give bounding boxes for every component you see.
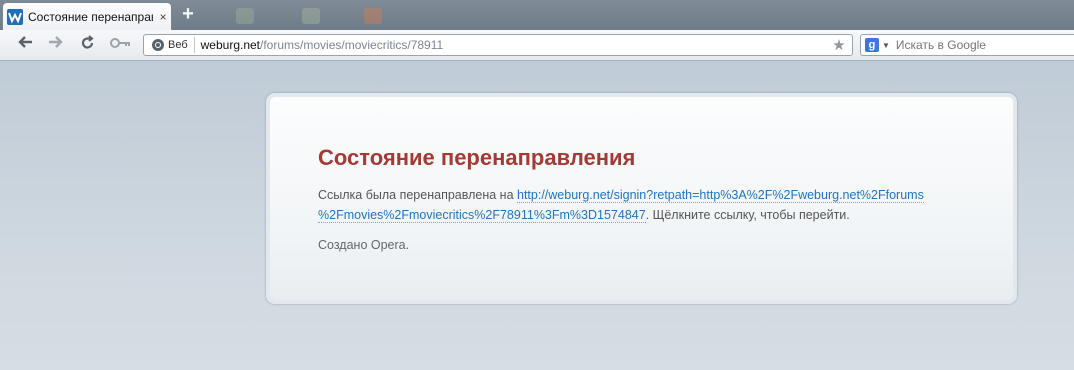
address-bar[interactable]: Веб weburg.net/forums/movies/moviecritic… xyxy=(143,34,853,56)
forward-arrow-icon[interactable] xyxy=(45,35,67,55)
tab-close-icon[interactable]: × xyxy=(155,10,171,24)
site-info-badge[interactable]: Веб xyxy=(148,37,195,53)
url-path: /forums/movies/moviecritics/78911 xyxy=(260,38,444,52)
tab-title: Состояние перенаправ... xyxy=(28,9,153,24)
navigation-toolbar: Веб weburg.net/forums/movies/moviecritic… xyxy=(0,30,1074,61)
key-icon[interactable] xyxy=(108,35,134,55)
page-content: Состояние перенаправления Ссылка была пе… xyxy=(0,61,1074,370)
redirect-link-part2: %2Fmovies%2Fmoviecritics%2F78911%3Fm%3D1… xyxy=(318,208,646,222)
star-icon[interactable]: ★ xyxy=(830,36,848,54)
web-badge-label: Веб xyxy=(168,39,188,51)
chevron-down-icon[interactable]: ▼ xyxy=(882,41,890,50)
google-icon[interactable]: g xyxy=(865,38,879,52)
search-input[interactable] xyxy=(895,38,1066,52)
back-arrow-icon[interactable] xyxy=(14,35,36,55)
message-suffix: . Щёлкните ссылку, чтобы перейти. xyxy=(645,208,850,222)
tab-bar: Состояние перенаправ... × + xyxy=(0,0,1074,30)
tab-active[interactable]: Состояние перенаправ... × xyxy=(2,2,172,30)
tabbar-decoration xyxy=(302,8,320,24)
new-tab-button[interactable]: + xyxy=(177,4,199,26)
tabbar-decoration xyxy=(364,8,382,24)
redirect-link-part1: http://weburg.net/signin?retpath=http%3A… xyxy=(517,188,924,202)
url-host: weburg.net xyxy=(200,38,261,52)
globe-icon xyxy=(152,39,164,51)
tabbar-decoration xyxy=(236,8,254,24)
message-prefix: Ссылка была перенаправлена на xyxy=(318,188,517,202)
redirect-card: Состояние перенаправления Ссылка была пе… xyxy=(266,93,1017,304)
weburg-favicon-icon xyxy=(7,8,23,25)
url-text[interactable]: weburg.net/forums/movies/moviecritics/78… xyxy=(201,38,830,52)
redirect-message: Ссылка была перенаправлена на http://web… xyxy=(318,185,958,225)
reload-icon[interactable] xyxy=(77,35,99,55)
page-title: Состояние перенаправления xyxy=(318,145,636,170)
opera-credit: Создано Opera. xyxy=(318,238,410,252)
search-box[interactable]: g ▼ xyxy=(860,34,1074,56)
